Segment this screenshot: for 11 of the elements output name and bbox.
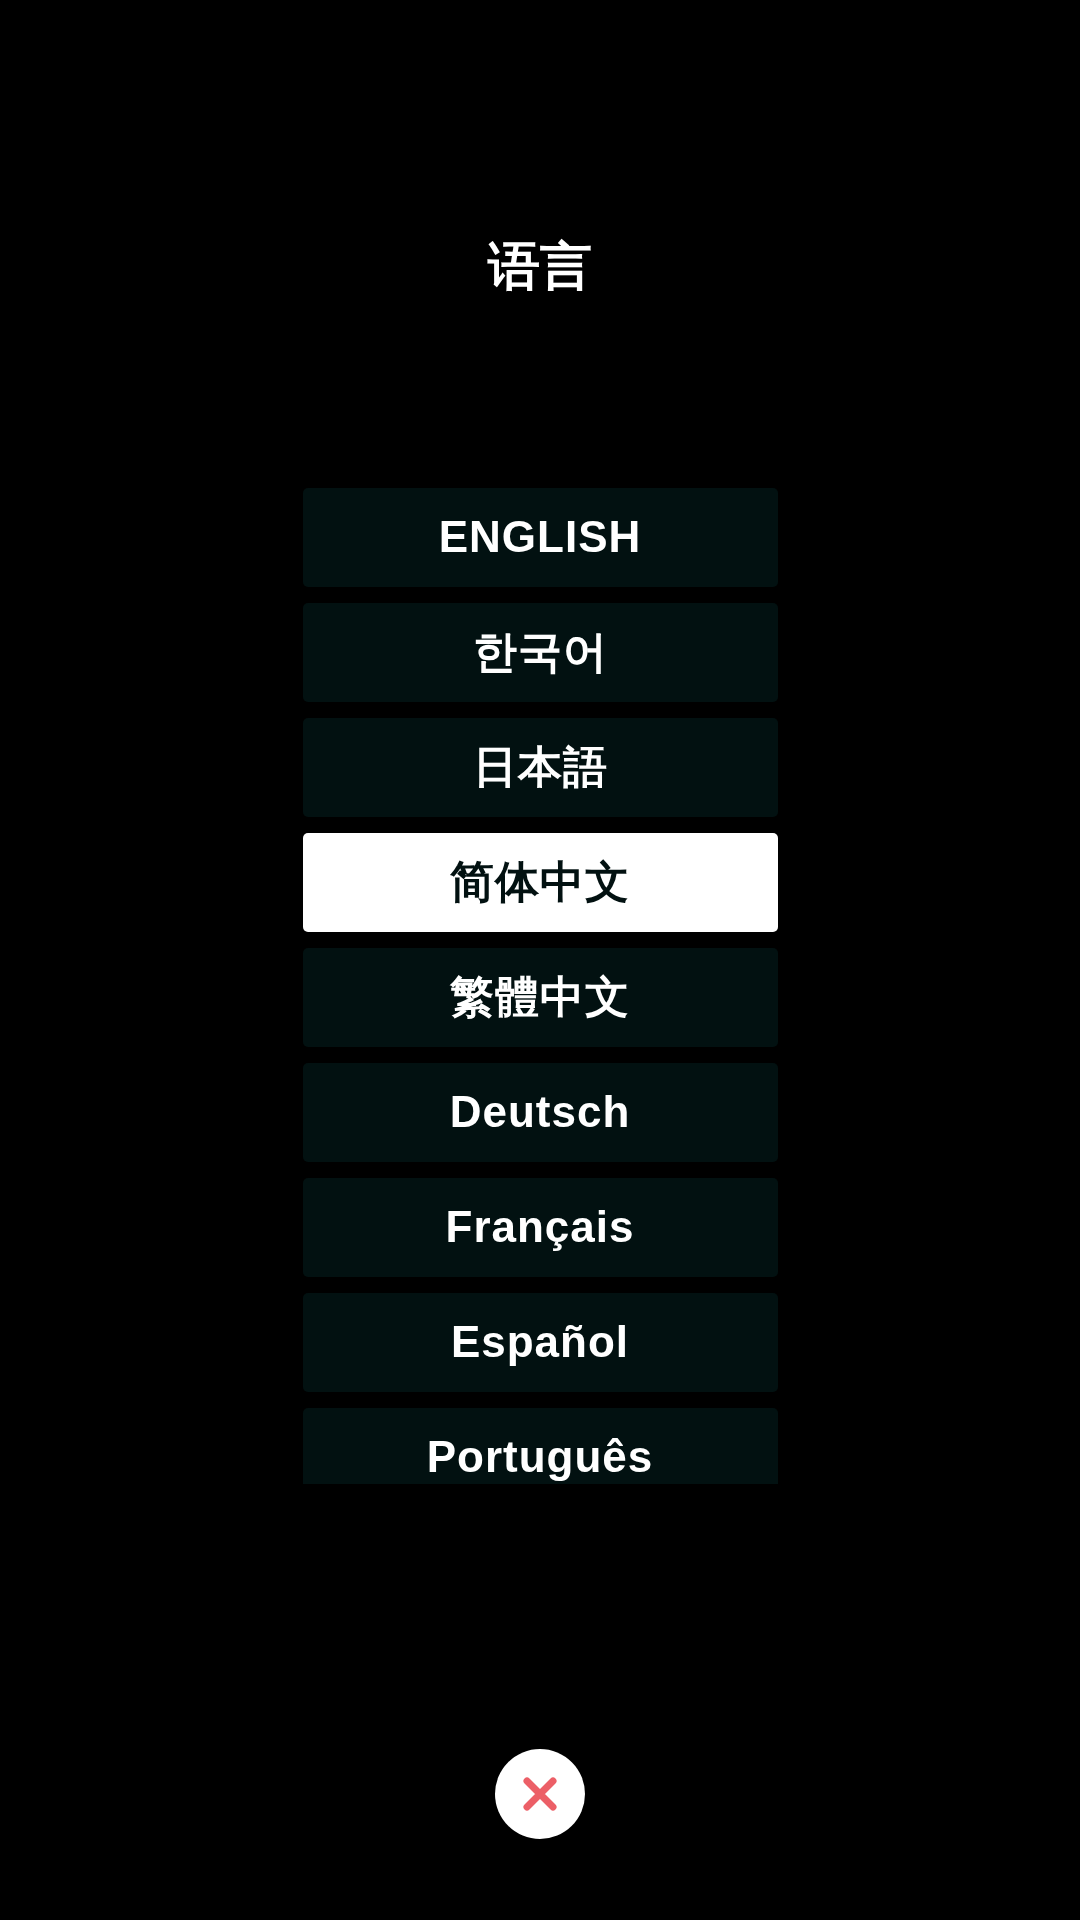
language-option[interactable]: ENGLISH	[302, 488, 778, 587]
language-option[interactable]: Français	[302, 1178, 778, 1277]
close-icon	[523, 1777, 557, 1811]
language-option[interactable]: 简体中文	[302, 833, 778, 932]
screen-title: 语言	[488, 236, 592, 296]
language-option[interactable]: 日本語	[302, 718, 778, 817]
language-option[interactable]: Português	[302, 1408, 778, 1484]
language-option[interactable]: Deutsch	[302, 1063, 778, 1162]
language-option[interactable]: Español	[302, 1293, 778, 1392]
language-option[interactable]: 한국어	[302, 603, 778, 702]
language-option[interactable]: 繁體中文	[302, 948, 778, 1047]
